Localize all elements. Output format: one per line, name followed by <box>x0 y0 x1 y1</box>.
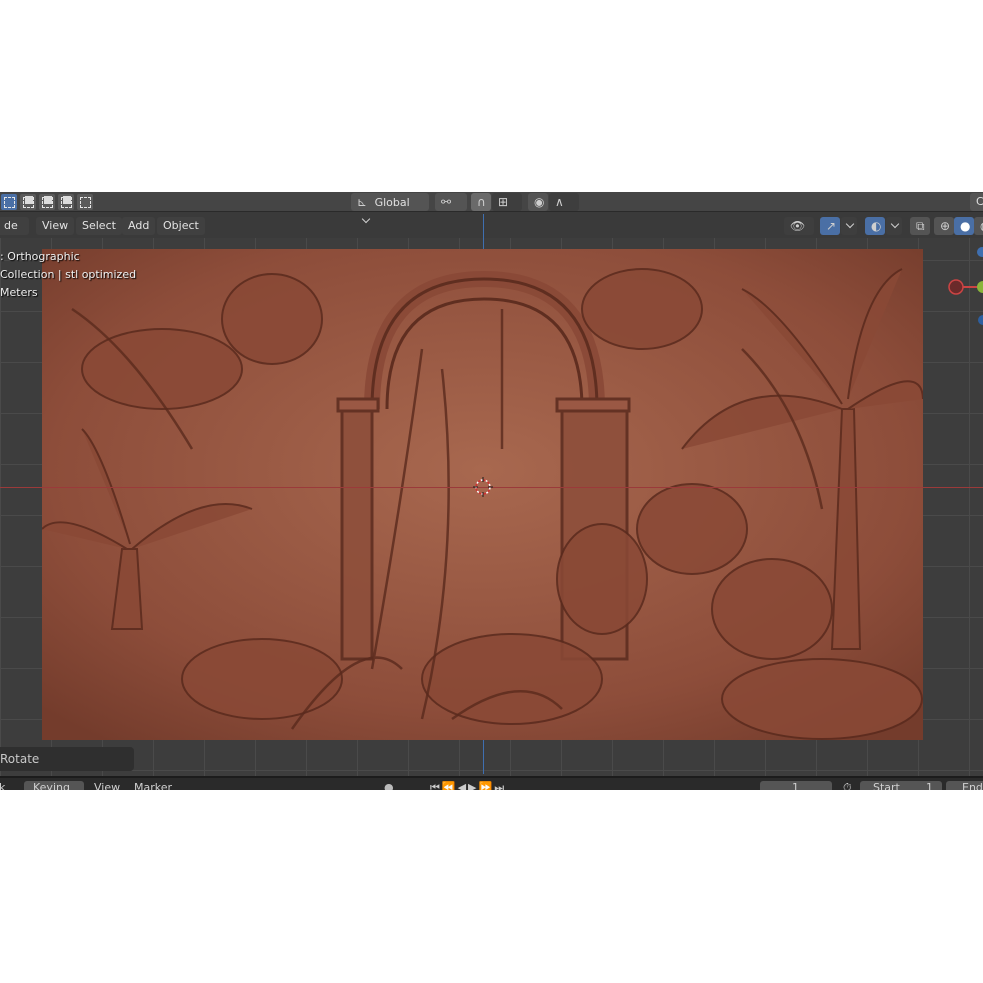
3d-viewport[interactable]: : Orthographic Collection | stl optimize… <box>0 214 983 778</box>
units-label: Meters <box>0 286 38 299</box>
snap-toggle[interactable]: ∩ <box>471 193 491 211</box>
chevron-down-icon <box>890 219 900 229</box>
select-invert-mode-icon[interactable] <box>58 194 74 210</box>
collection-label: Collection | stl optimized <box>0 268 137 281</box>
operator-label: Rotate <box>0 752 40 766</box>
end-frame-label: End <box>962 781 983 790</box>
proportional-edit-toggle[interactable]: ◉ <box>528 193 548 211</box>
wireframe-shading-button[interactable]: ⊕ <box>934 217 954 235</box>
overlay-icon: ◐ <box>871 219 882 233</box>
snap-increment-icon: ⊞ <box>498 195 509 209</box>
menu-add[interactable]: Add <box>122 217 156 235</box>
cursor-3d-icon[interactable] <box>473 477 493 497</box>
view-projection-label: : Orthographic <box>0 250 80 263</box>
select-subtract-mode-icon[interactable] <box>39 194 55 210</box>
gizmo-toggle-icon: ↗ <box>826 219 837 233</box>
snap-icon: ∩ <box>477 195 486 209</box>
interaction-mode-dropdown[interactable]: de <box>0 217 29 247</box>
timeline-menu-keying[interactable]: Keying <box>33 781 70 790</box>
menu-object[interactable]: Object <box>157 217 205 235</box>
timeline-menu-marker[interactable]: Marker <box>134 781 172 790</box>
current-frame-value: 1 <box>792 781 799 790</box>
overlay-toggle[interactable]: ◐ <box>865 217 885 235</box>
start-frame-value: 1 <box>926 781 933 790</box>
tool-header: ⊾ Global ⚯ ∩ ⊞ ◉ ∧ C <box>0 192 983 224</box>
gizmo-toggle[interactable]: ↗ <box>820 217 840 235</box>
select-intersect-mode-icon[interactable] <box>77 194 93 210</box>
gizmo-dropdown[interactable] <box>841 217 857 235</box>
solid-shading-button[interactable]: ● <box>954 217 974 235</box>
timeline-menu-view[interactable]: View <box>94 781 120 790</box>
pivot-icon: ⚯ <box>441 195 452 209</box>
wireframe-shading-icon: ⊕ <box>940 219 951 233</box>
orientation-icon: ⊾ <box>357 195 368 209</box>
select-new-mode-icon[interactable] <box>1 194 17 210</box>
falloff-icon: ∧ <box>555 195 564 209</box>
pivot-point-dropdown[interactable]: ⚯ <box>435 193 467 211</box>
blender-window: ⊾ Global ⚯ ∩ ⊞ ◉ ∧ C de View Select Add <box>0 192 983 790</box>
select-extend-mode-icon[interactable] <box>20 194 36 210</box>
visibility-icon: 👁 <box>790 219 806 233</box>
start-frame-label: Start <box>873 781 900 790</box>
last-operator-panel[interactable]: Rotate <box>0 747 134 771</box>
viewport-header: de View Select Add Object 👁 ↗ ◐ ⧉ ⊕ ● <box>0 214 983 247</box>
options-label: C <box>976 195 983 208</box>
menu-view[interactable]: View <box>36 217 75 235</box>
navigation-gizmo[interactable] <box>942 238 983 338</box>
overlay-dropdown[interactable] <box>886 217 902 235</box>
timeline-menu-playback[interactable]: k <box>0 781 5 790</box>
solid-shading-icon: ● <box>960 219 971 233</box>
chevron-down-icon <box>845 219 855 229</box>
xray-icon: ⧉ <box>916 219 925 233</box>
playback-controls-icon[interactable]: ⏮⏪◀▶⏩⏭ <box>430 781 506 790</box>
record-icon[interactable]: ● <box>384 781 394 790</box>
clock-icon[interactable]: ⏱ <box>843 781 852 790</box>
material-shading-button[interactable]: ◍ <box>974 217 983 235</box>
visibility-dropdown[interactable]: 👁 <box>784 217 814 235</box>
xray-toggle[interactable]: ⧉ <box>910 217 930 235</box>
falloff-dropdown[interactable]: ∧ <box>549 193 579 211</box>
transform-orientation-dropdown[interactable]: ⊾ Global <box>351 193 429 224</box>
options-button[interactable]: C <box>970 193 983 211</box>
timeline-header: k Keying View Marker ● ⏮⏪◀▶⏩⏭ 1 ⏱ Start … <box>0 776 983 790</box>
transform-orientation-label: Global <box>374 196 410 209</box>
snap-target-dropdown[interactable]: ⊞ <box>492 193 522 211</box>
menu-select[interactable]: Select <box>76 217 122 235</box>
proportional-edit-icon: ◉ <box>534 195 545 209</box>
interaction-mode-label: de <box>4 219 18 232</box>
